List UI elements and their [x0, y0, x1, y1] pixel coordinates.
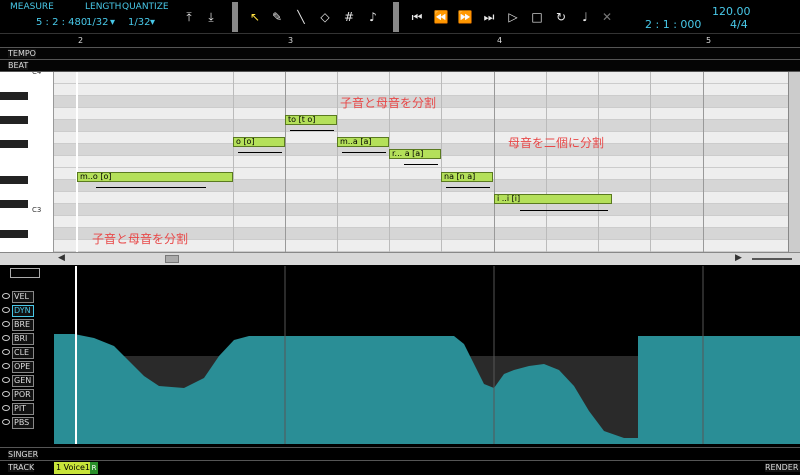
zoom-slider[interactable] [752, 258, 792, 260]
ctrl-ope[interactable]: OPE [12, 361, 34, 373]
pitch-curve [446, 187, 490, 188]
ctrl-cle[interactable]: CLE [12, 347, 34, 359]
tempo-label: TEMPO [8, 49, 36, 58]
pitch-curve [404, 164, 438, 165]
ctrl-vel[interactable]: VEL [12, 291, 34, 303]
rewire-icon[interactable]: ✕ [598, 8, 616, 26]
pitch-curve [96, 187, 206, 188]
annotation-consonant-vowel: 子音と母音を分割 [92, 232, 189, 246]
eye-icon[interactable] [2, 391, 10, 397]
tempo-row[interactable]: TEMPO [0, 48, 800, 60]
piano-roll[interactable]: C4 C3 m..o [o] o [o] to [t o] m..a [a] r… [0, 72, 800, 252]
note[interactable]: m..a [a] [337, 137, 389, 147]
render-all-label[interactable]: RENDER A [765, 463, 800, 472]
loop-icon[interactable]: ↻ [552, 8, 570, 26]
measure-ruler[interactable]: 2 3 4 5 [0, 34, 800, 48]
eye-icon[interactable] [2, 349, 10, 355]
track-row[interactable]: TRACK 1 Voice1 R RENDER A [0, 461, 800, 475]
quantize-select[interactable]: 1/32 [128, 17, 150, 28]
c4-label: C4 [32, 72, 42, 76]
vertical-scrollbar[interactable] [788, 72, 800, 252]
piano-keyboard[interactable]: C4 C3 [0, 72, 54, 252]
note[interactable]: na [n a] [441, 172, 493, 182]
horizontal-scrollbar[interactable]: ◀ ▶ [0, 252, 800, 265]
grid-icon[interactable]: # [340, 8, 358, 26]
length-select[interactable]: 1/32 [86, 17, 108, 28]
metronome-icon[interactable]: ♩ [576, 8, 594, 26]
ctrl-pbs[interactable]: PBS [12, 417, 34, 429]
eye-icon[interactable] [2, 335, 10, 341]
bar-number: 2 [78, 36, 84, 45]
bar-number: 4 [497, 36, 503, 45]
length-dropdown-icon[interactable]: ▾ [110, 17, 115, 28]
singer-label: SINGER [8, 450, 39, 459]
toolbar-separator [393, 2, 399, 32]
eraser-tool-icon[interactable]: ◇ [316, 8, 334, 26]
timesig-display[interactable]: 4/4 [730, 18, 748, 31]
beat-row[interactable]: BEAT [0, 60, 800, 72]
beat-label: BEAT [8, 61, 29, 70]
note[interactable]: r... a [a] [389, 149, 441, 159]
note[interactable]: o [o] [233, 137, 285, 147]
rewind-start-icon[interactable]: ⏮ [408, 8, 426, 26]
measure-value: 5 : 2 : 480 [36, 17, 88, 28]
toolbar-separator [232, 2, 238, 32]
note-start-icon[interactable]: ⤒ [180, 8, 198, 26]
quantize-label: QUANTIZE [122, 2, 169, 12]
render-toggle[interactable]: R [90, 462, 98, 474]
bar-number: 5 [706, 36, 712, 45]
pitch-curve [342, 152, 386, 153]
eye-icon[interactable] [2, 363, 10, 369]
note[interactable]: to [t o] [285, 115, 337, 125]
scroll-right-icon[interactable]: ▶ [735, 253, 742, 263]
ctrl-por[interactable]: POR [12, 389, 34, 401]
rewind-icon[interactable]: ⏪ [432, 8, 450, 26]
ctrl-bre[interactable]: BRE [12, 319, 34, 331]
eye-icon[interactable] [2, 307, 10, 313]
line-tool-icon[interactable]: ╲ [292, 8, 310, 26]
autoscroll-icon[interactable]: ♪ [364, 8, 382, 26]
note[interactable]: m..o [o] [77, 172, 233, 182]
forward-end-icon[interactable]: ⏭ [480, 8, 498, 26]
measure-label: MEASURE [10, 2, 54, 12]
fast-forward-icon[interactable]: ⏩ [456, 8, 474, 26]
eye-icon[interactable] [2, 293, 10, 299]
control-track-panel[interactable]: VEL DYN BRE BRI CLE OPE GEN POR PIT PBS [0, 266, 800, 446]
bar-number: 3 [288, 36, 294, 45]
scroll-thumb[interactable] [165, 255, 179, 263]
ctrl-dyn[interactable]: DYN [12, 305, 34, 317]
note-end-icon[interactable]: ⤓ [202, 8, 220, 26]
track-tab[interactable]: 1 Voice1 [54, 462, 90, 474]
control-value-box[interactable] [10, 268, 40, 278]
singer-row[interactable]: SINGER [0, 447, 800, 461]
scroll-left-icon[interactable]: ◀ [58, 253, 65, 263]
playhead[interactable] [76, 72, 78, 252]
toolbar: MEASURE LENGTH QUANTIZE 5 : 2 : 480 1/32… [0, 0, 800, 34]
time-display: 2 : 1 : 000 [645, 18, 702, 31]
c3-label: C3 [32, 206, 42, 214]
eye-icon[interactable] [2, 405, 10, 411]
play-icon[interactable]: ▷ [504, 8, 522, 26]
ctrl-pit[interactable]: PIT [12, 403, 34, 415]
pitch-curve [238, 152, 282, 153]
annotation-consonant-vowel: 子音と母音を分割 [340, 96, 437, 110]
tempo-display[interactable]: 120.00 [712, 5, 751, 18]
ctrl-gen[interactable]: GEN [12, 375, 34, 387]
eye-icon[interactable] [2, 419, 10, 425]
annotation-vowel-split: 母音を二個に分割 [508, 136, 605, 150]
pencil-tool-icon[interactable]: ✎ [268, 8, 286, 26]
eye-icon[interactable] [2, 321, 10, 327]
note[interactable]: i ..i [i] [494, 194, 612, 204]
track-label: TRACK [8, 463, 35, 472]
quantize-dropdown-icon[interactable]: ▾ [150, 17, 155, 28]
pitch-curve [520, 210, 608, 211]
stop-icon[interactable]: □ [528, 8, 546, 26]
pitch-curve [290, 130, 334, 131]
length-label: LENGTH [85, 2, 122, 12]
dynamics-curve[interactable] [54, 266, 800, 444]
arrow-tool-icon[interactable]: ↖ [246, 8, 264, 26]
eye-icon[interactable] [2, 377, 10, 383]
ctrl-bri[interactable]: BRI [12, 333, 34, 345]
